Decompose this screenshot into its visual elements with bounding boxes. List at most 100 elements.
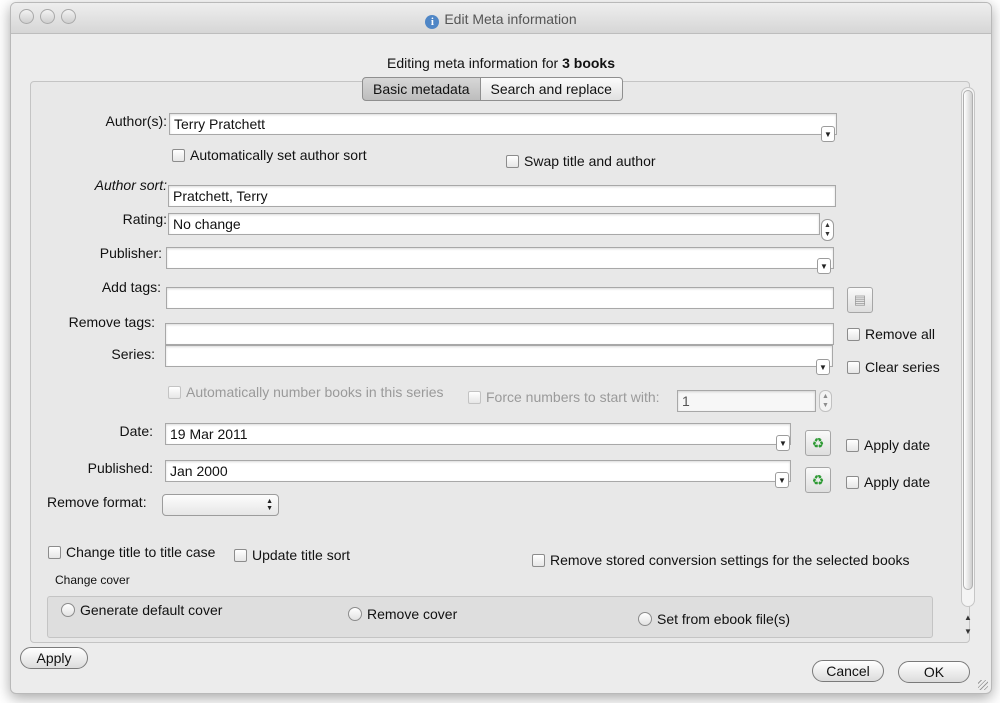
add-tags-label: Add tags: [101,279,161,295]
checkbox-label: Remove all [865,326,936,342]
vertical-scrollbar[interactable]: ▲ ▼ [961,87,975,641]
remove-tags-field[interactable] [165,323,834,345]
scroll-thumb[interactable] [963,90,973,590]
checkbox-label: Update title sort [252,547,351,563]
scroll-down-arrow-icon[interactable]: ▼ [961,625,975,639]
publisher-label: Publisher: [99,245,162,261]
remove-all-tags-checkbox[interactable]: Remove all [847,326,935,342]
auto-author-sort-checkbox[interactable]: Automatically set author sort [172,147,367,163]
ok-button[interactable]: OK [898,661,970,683]
author-sort-field[interactable]: Pratchett, Terry [168,185,836,207]
force-numbers-checkbox[interactable]: Force numbers to start with: [468,389,660,405]
authors-dropdown[interactable]: ▼ [821,126,835,142]
radio-label: Set from ebook file(s) [657,611,791,627]
checkbox-label: Clear series [865,359,940,375]
published-reset-button[interactable]: ♻ [805,467,831,493]
series-label: Series: [111,346,155,362]
radio-circle[interactable] [61,603,75,617]
date-dropdown[interactable]: ▼ [776,435,790,451]
published-label: Published: [87,460,153,476]
published-field[interactable]: Jan 2000 [165,460,791,482]
checkbox-box[interactable] [234,548,247,562]
checkbox-label: Automatically number books in this serie… [186,384,444,400]
update-title-sort-checkbox[interactable]: Update title sort [234,547,350,563]
checkbox-box[interactable] [532,553,545,567]
cancel-button[interactable]: Cancel [812,660,884,682]
resize-grip-icon[interactable] [978,680,988,690]
remove-tags-label: Remove tags: [68,314,155,330]
checkbox-label: Remove stored conversion settings for th… [550,552,910,568]
checkbox-box[interactable] [846,475,859,489]
clear-series-checkbox[interactable]: Clear series [847,359,940,375]
series-field[interactable] [165,345,833,367]
radio-circle[interactable] [348,607,362,621]
date-label: Date: [119,423,153,439]
published-dropdown[interactable]: ▼ [775,472,789,488]
set-from-ebook-radio[interactable]: Set from ebook file(s) [638,611,790,627]
remove-conversion-checkbox[interactable]: Remove stored conversion settings for th… [532,552,910,568]
checkbox-box[interactable] [506,154,519,168]
rating-stepper[interactable]: ▲ ▼ [821,219,834,241]
recycle-icon: ♻ [811,435,825,451]
checkbox-box[interactable] [846,438,859,452]
edit-meta-window: i Edit Meta information Editing meta info… [10,2,992,694]
apply-button[interactable]: Apply [20,647,88,669]
radio-label: Generate default cover [80,602,223,618]
radio-label: Remove cover [367,606,458,622]
info-icon: i [425,15,440,29]
basic-metadata-panel: Author(s): Terry Pratchett ▼ Automatical… [30,81,970,643]
apply-published-checkbox[interactable]: Apply date [846,474,930,490]
scroll-up-arrow-icon[interactable]: ▲ [961,611,975,625]
checkbox-label: Automatically set author sort [190,147,367,163]
window-title: i Edit Meta information [11,11,991,29]
author-sort-label: Author sort: [94,177,167,193]
authors-label: Author(s): [105,113,167,129]
auto-number-checkbox[interactable]: Automatically number books in this serie… [168,384,444,400]
checkbox-box[interactable] [172,148,185,162]
tab-basic-metadata[interactable]: Basic metadata [362,77,481,101]
remove-cover-radio[interactable]: Remove cover [348,606,457,622]
checkbox-box[interactable] [168,385,181,399]
recycle-icon: ♻ [811,472,825,488]
heading-book-count: 3 books [562,55,615,71]
checkbox-box[interactable] [468,390,481,404]
tab-search-replace[interactable]: Search and replace [480,77,623,101]
date-field[interactable]: 19 Mar 2011 [165,423,791,445]
remove-format-select[interactable]: ▲ ▼ [162,494,279,516]
remove-format-label: Remove format: [47,494,147,510]
date-reset-button[interactable]: ♻ [805,430,831,456]
force-start-stepper[interactable]: ▲ ▼ [819,390,832,412]
heading-prefix: Editing meta information for [387,55,559,71]
generate-cover-radio[interactable]: Generate default cover [61,602,222,618]
force-start-number-field[interactable]: 1 [677,390,816,412]
window-title-text: Edit Meta information [444,11,577,27]
tab-bar: Basic metadata Search and replace [362,77,623,101]
scroll-track[interactable] [961,87,975,607]
select-arrows-icon: ▲ ▼ [266,498,273,512]
checkbox-label: Change title to title case [66,544,216,560]
tag-editor-button[interactable]: ▤ [847,287,873,313]
tag-list-icon: ▤ [853,292,867,307]
dialog-heading: Editing meta information for 3 books [11,55,991,71]
title-bar[interactable]: i Edit Meta information [11,3,991,34]
rating-label: Rating: [122,211,167,227]
series-dropdown[interactable]: ▼ [816,359,830,375]
authors-field[interactable]: Terry Pratchett [169,113,837,135]
radio-circle[interactable] [638,612,652,626]
checkbox-box[interactable] [48,545,61,559]
change-cover-group: Generate default cover Remove cover Set … [47,596,933,638]
publisher-dropdown[interactable]: ▼ [817,258,831,274]
checkbox-box[interactable] [847,360,860,374]
rating-field[interactable]: No change [168,213,820,235]
swap-title-author-checkbox[interactable]: Swap title and author [506,153,656,169]
checkbox-label: Apply date [864,437,931,453]
change-cover-label: Change cover [55,573,130,587]
apply-date-checkbox[interactable]: Apply date [846,437,930,453]
checkbox-label: Swap title and author [524,153,656,169]
add-tags-field[interactable] [166,287,834,309]
title-case-checkbox[interactable]: Change title to title case [48,544,215,560]
checkbox-label: Apply date [864,474,931,490]
checkbox-box[interactable] [847,327,860,341]
checkbox-label: Force numbers to start with: [486,389,660,405]
publisher-field[interactable] [166,247,834,269]
